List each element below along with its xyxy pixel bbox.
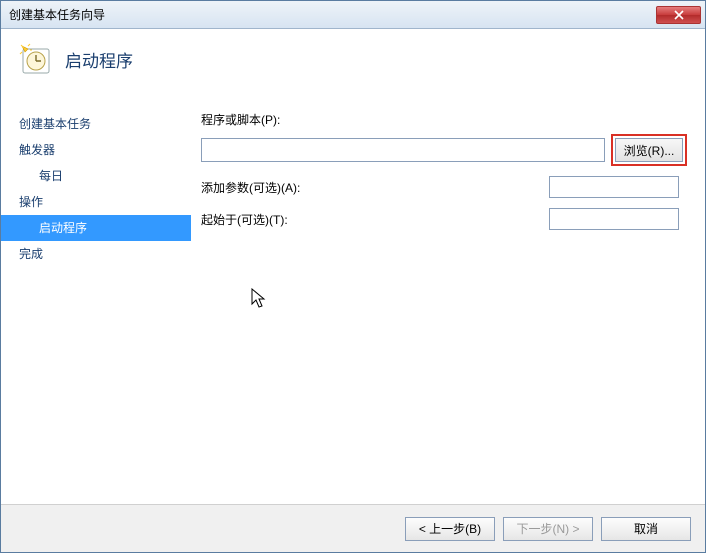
wizard-sidebar: 创建基本任务 触发器 每日 操作 启动程序 完成 (1, 103, 191, 504)
browse-highlight: 浏览(R)... (611, 134, 687, 166)
start-in-input[interactable] (549, 208, 679, 230)
sidebar-item-start-program[interactable]: 启动程序 (1, 215, 191, 241)
cursor-icon (251, 288, 267, 310)
args-label: 添加参数(可选)(A): (201, 179, 300, 196)
sidebar-item-daily[interactable]: 每日 (1, 163, 191, 189)
program-script-input[interactable] (201, 138, 605, 162)
sidebar-item-create-task[interactable]: 创建基本任务 (1, 111, 191, 137)
window-title: 创建基本任务向导 (9, 6, 656, 23)
close-button[interactable] (656, 6, 701, 24)
titlebar: 创建基本任务向导 (1, 1, 705, 29)
back-button[interactable]: < 上一步(B) (405, 517, 495, 541)
wizard-header: 启动程序 (1, 29, 705, 103)
startin-label: 起始于(可选)(T): (201, 211, 288, 228)
sidebar-item-finish[interactable]: 完成 (1, 241, 191, 267)
script-label: 程序或脚本(P): (201, 111, 280, 128)
page-heading: 启动程序 (65, 47, 133, 72)
sidebar-item-trigger[interactable]: 触发器 (1, 137, 191, 163)
close-icon (674, 10, 684, 20)
wizard-body: 创建基本任务 触发器 每日 操作 启动程序 完成 程序或脚本(P): 浏览(R)… (1, 103, 705, 504)
form-area: 程序或脚本(P): 浏览(R)... 添加参数(可选)(A): 起始于(可选)(… (191, 103, 705, 504)
cancel-button[interactable]: 取消 (601, 517, 691, 541)
wizard-footer: < 上一步(B) 下一步(N) > 取消 (1, 504, 705, 552)
arguments-input[interactable] (549, 176, 679, 198)
next-button[interactable]: 下一步(N) > (503, 517, 593, 541)
browse-button[interactable]: 浏览(R)... (615, 138, 683, 162)
clock-wizard-icon (19, 43, 51, 75)
sidebar-item-action[interactable]: 操作 (1, 189, 191, 215)
wizard-window: 创建基本任务向导 启动程序 创建基本任务 触发器 每日 操作 启动程序 完成 (0, 0, 706, 553)
